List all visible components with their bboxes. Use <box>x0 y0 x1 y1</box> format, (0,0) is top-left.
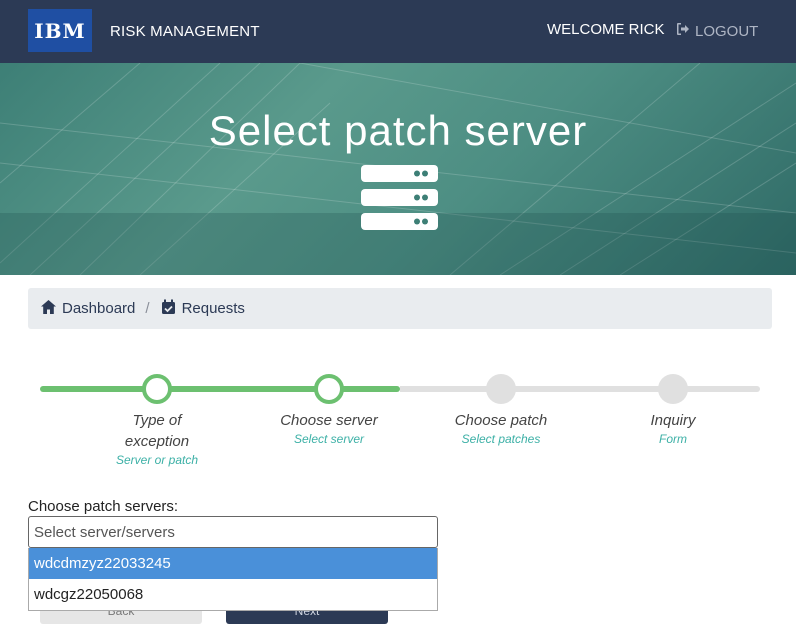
logo-text: IBM <box>34 18 86 43</box>
step-2-marker[interactable] <box>314 374 344 404</box>
ibm-logo[interactable]: IBM <box>28 9 92 52</box>
step-1-subtitle: Server or patch <box>115 453 199 467</box>
step-1-title: Type of exception <box>87 410 227 452</box>
breadcrumb-separator: / <box>145 300 150 317</box>
logout-label: LOGOUT <box>695 22 759 40</box>
home-icon <box>40 299 57 319</box>
step-2-subtitle: Select server <box>293 432 365 446</box>
welcome-text: WELCOME RICK <box>547 21 665 38</box>
step-4-title: Inquiry <box>650 412 696 429</box>
breadcrumb-requests-label: Requests <box>181 300 245 317</box>
calendar-check-icon <box>160 299 177 319</box>
hero-banner: Select patch server <box>0 63 796 275</box>
breadcrumb: Dashboard / Requests <box>28 288 772 329</box>
step-3-marker[interactable] <box>486 374 516 404</box>
breadcrumb-dashboard[interactable]: Dashboard <box>40 299 135 319</box>
step-4-marker[interactable] <box>658 374 688 404</box>
stepper-progress-done <box>40 386 400 392</box>
app-brand: RISK MANAGEMENT <box>110 23 260 40</box>
step-1-marker[interactable] <box>142 374 172 404</box>
patch-servers-label: Choose patch servers: <box>28 498 179 515</box>
server-option[interactable]: wdcgz22050068 <box>29 579 437 610</box>
step-1-title-line2: exception <box>124 433 190 450</box>
step-1-title-line1: Type of <box>132 412 182 429</box>
logout-button[interactable]: LOGOUT <box>675 21 758 41</box>
server-stack-icon <box>361 165 438 230</box>
sign-out-icon <box>675 21 691 41</box>
step-3-title: Choose patch <box>454 412 548 429</box>
breadcrumb-requests[interactable]: Requests <box>160 299 245 319</box>
top-navbar: IBM RISK MANAGEMENT WELCOME RICK LOGOUT <box>0 0 796 63</box>
server-option[interactable]: wdcdmzyz22033245 <box>29 548 437 579</box>
step-3-subtitle: Select patches <box>461 432 541 446</box>
stepper-progress-remaining <box>400 386 760 392</box>
breadcrumb-dashboard-label: Dashboard <box>62 300 136 317</box>
step-4-subtitle: Form <box>659 432 687 446</box>
step-2-title: Choose server <box>280 412 378 429</box>
server-select-input[interactable] <box>28 516 438 548</box>
hero-title: Select patch server <box>208 107 588 154</box>
server-dropdown-list: wdcdmzyz22033245 wdcgz22050068 <box>28 548 438 611</box>
